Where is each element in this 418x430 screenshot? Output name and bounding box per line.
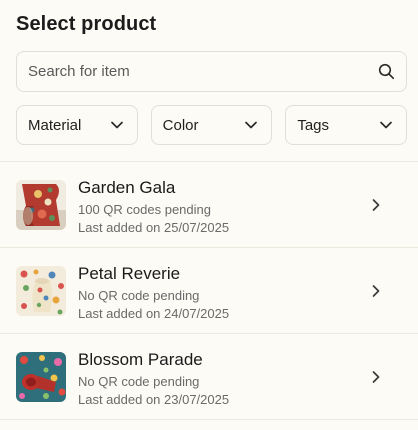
- qr-status: 100 QR codes pending: [78, 202, 211, 217]
- chevron-right-icon: [368, 283, 384, 299]
- chevron-down-icon: [378, 117, 394, 133]
- product-row-garden-gala[interactable]: Garden Gala 100 QR codes pending Last ad…: [0, 162, 418, 248]
- last-added-date: Last added on 25/07/2025: [78, 220, 230, 235]
- search-input[interactable]: [28, 63, 377, 80]
- filter-bar: Material Color Tags: [16, 105, 408, 145]
- product-name: Blossom Parade: [78, 350, 203, 369]
- last-added-date: Last added on 24/07/2025: [78, 306, 230, 321]
- product-thumbnail: [16, 180, 66, 230]
- color-filter-dropdown[interactable]: Color: [150, 105, 273, 145]
- chevron-right-icon: [368, 197, 384, 213]
- select-product-screen: Select product Material Color: [0, 0, 418, 430]
- tags-filter-label: Tags: [297, 116, 330, 134]
- material-filter-label: Material: [28, 116, 82, 134]
- search-icon[interactable]: [377, 63, 395, 81]
- material-filter-dropdown[interactable]: Material: [16, 105, 138, 145]
- product-thumbnail: [16, 352, 66, 402]
- qr-status: No QR code pending: [78, 374, 200, 389]
- product-thumbnail: [16, 266, 66, 316]
- color-filter-label: Color: [162, 116, 199, 134]
- chevron-down-icon: [109, 117, 125, 133]
- chevron-right-icon: [368, 369, 384, 385]
- product-row-petal-reverie[interactable]: Petal Reverie No QR code pending Last ad…: [0, 248, 418, 334]
- product-row-blossom-parade[interactable]: Blossom Parade No QR code pending Last a…: [0, 334, 418, 420]
- product-list: Garden Gala 100 QR codes pending Last ad…: [0, 162, 418, 420]
- last-added-date: Last added on 23/07/2025: [78, 392, 230, 407]
- qr-status: No QR code pending: [78, 288, 200, 303]
- product-name: Petal Reverie: [78, 264, 181, 283]
- tags-filter-dropdown[interactable]: Tags: [285, 105, 408, 145]
- page-title: Select product: [16, 13, 157, 35]
- chevron-down-icon: [243, 117, 259, 133]
- search-field[interactable]: [16, 51, 407, 92]
- product-name: Garden Gala: [78, 178, 176, 197]
